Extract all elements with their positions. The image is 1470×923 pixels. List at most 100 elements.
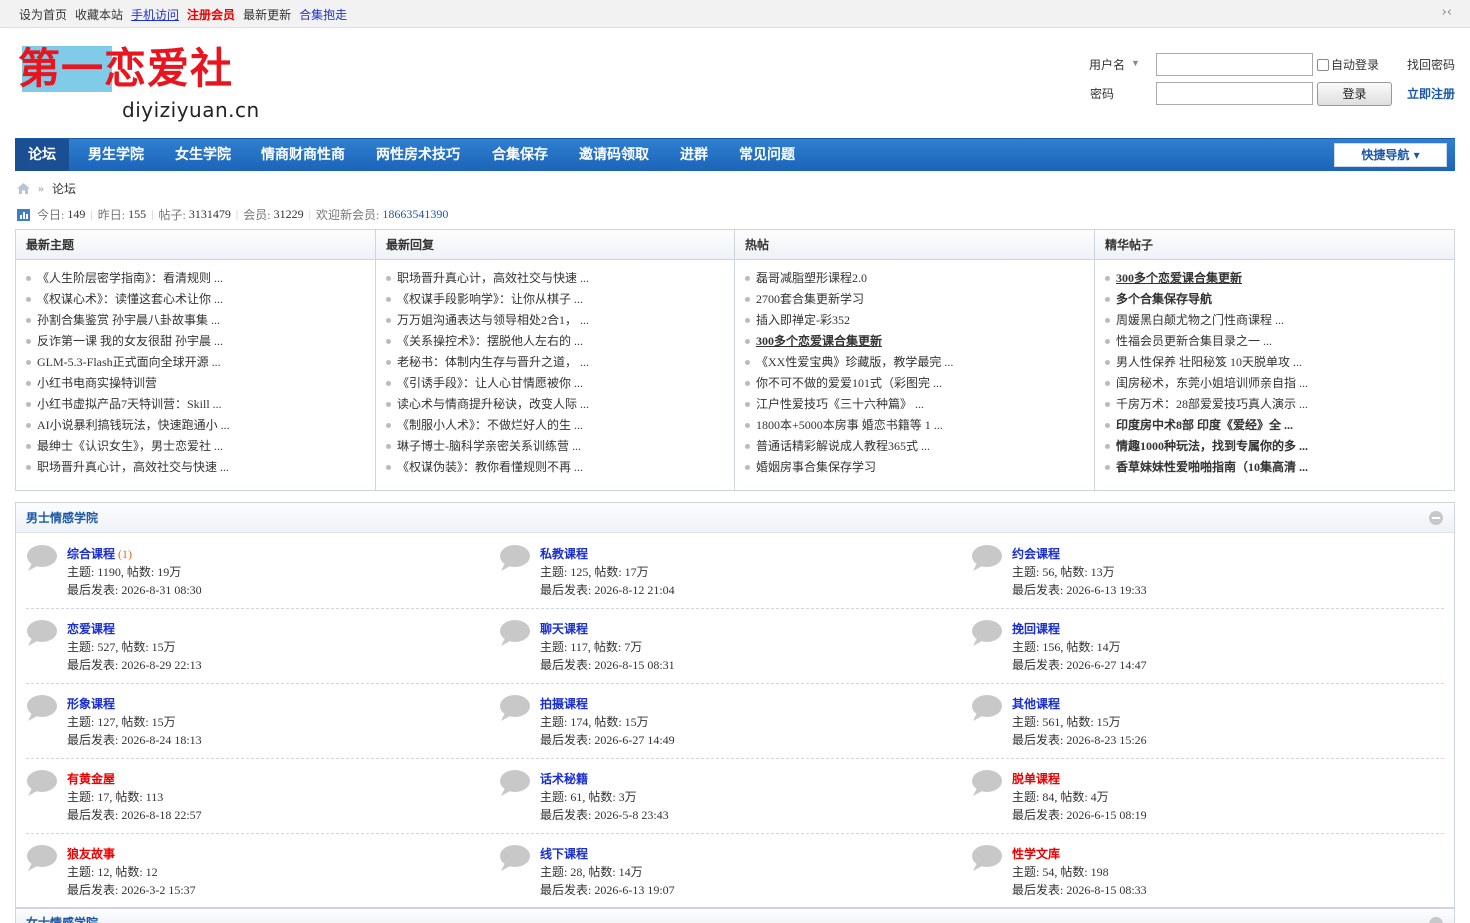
nav-item-male[interactable]: 男生学院 (88, 139, 144, 171)
register-member-link[interactable]: 注册会员 (187, 6, 235, 23)
thread-link[interactable]: 婚姻房事合集保存学习 (745, 457, 1094, 478)
thread-link[interactable]: 职场晋升真心计，高效社交与快速 ... (386, 268, 734, 289)
section-title[interactable]: 女士情感学院 (16, 909, 1454, 923)
forum-name[interactable]: 恋爱课程 (67, 622, 115, 636)
forum-last-post[interactable]: 最后发表: 2026-6-13 19:07 (540, 881, 675, 898)
chevron-down-icon[interactable]: ▼ (1131, 58, 1140, 68)
forum-last-post[interactable]: 最后发表: 2026-6-27 14:49 (540, 731, 675, 748)
forum-name[interactable]: 约会课程 (1012, 547, 1060, 561)
thread-link[interactable]: 周媛黑白颠尤物之门性商课程 ... (1105, 310, 1454, 331)
nav-item-invite[interactable]: 邀请码领取 (579, 139, 649, 171)
thread-link[interactable]: AI小说暴利搞钱玩法，快速跑通小 ... (26, 415, 375, 436)
site-logo[interactable]: 第一恋爱社 diyiziyuan.cn (18, 44, 259, 124)
forum-name[interactable]: 有黄金屋 (67, 772, 115, 786)
register-now-link[interactable]: 立即注册 (1407, 85, 1455, 102)
nav-item-collections[interactable]: 合集保存 (492, 139, 548, 171)
home-icon[interactable] (17, 183, 30, 194)
forum-name-link[interactable]: 恋爱课程 (67, 620, 115, 637)
forum-last-post[interactable]: 最后发表: 2026-6-15 08:19 (1012, 806, 1147, 823)
set-homepage-link[interactable]: 设为首页 (19, 6, 67, 23)
forum-name[interactable]: 形象课程 (67, 697, 115, 711)
thread-link[interactable]: 小红书电商实操特训营 (26, 373, 375, 394)
thread-link[interactable]: 最绅士《认识女生》，男士恋爱社 ... (26, 436, 375, 457)
nav-item-skills[interactable]: 两性房术技巧 (376, 139, 460, 171)
bookmark-link[interactable]: 收藏本站 (75, 6, 123, 23)
thread-link[interactable]: 闺房秘术，东莞小姐培训师亲自指 ... (1105, 373, 1454, 394)
collapse-section-icon[interactable] (1429, 511, 1443, 525)
thread-link[interactable]: 300多个恋爱课合集更新 (745, 331, 1094, 352)
thread-link[interactable]: 《XX性爱宝典》珍藏版，教学最完 ... (745, 352, 1094, 373)
forum-name[interactable]: 综合课程 (67, 547, 115, 561)
forum-last-post[interactable]: 最后发表: 2026-3-2 15:37 (67, 881, 196, 898)
latest-updates-link[interactable]: 最新更新 (243, 6, 291, 23)
forum-last-post[interactable]: 最后发表: 2026-6-27 14:47 (1012, 656, 1147, 673)
forum-name-link[interactable]: 脱单课程 (1012, 770, 1060, 787)
auto-login-checkbox[interactable]: 自动登录 (1317, 56, 1379, 73)
thread-link[interactable]: 插入即禅定-彩352 (745, 310, 1094, 331)
forum-name[interactable]: 脱单课程 (1012, 772, 1060, 786)
thread-link[interactable]: 《引诱手段》：让人心甘情愿被你 ... (386, 373, 734, 394)
forum-name[interactable]: 狼友故事 (67, 847, 115, 861)
thread-link[interactable]: 《权谋伪装》：教你看懂规则不再 ... (386, 457, 734, 478)
forum-last-post[interactable]: 最后发表: 2026-8-23 15:26 (1012, 731, 1147, 748)
thread-link[interactable]: 老秘书：体制内生存与晋升之道， ... (386, 352, 734, 373)
thread-link[interactable]: 《人生阶层密学指南》：看清规则 ... (26, 268, 375, 289)
thread-link[interactable]: 万万姐沟通表达与领导相处2合1， ... (386, 310, 734, 331)
forum-name-link[interactable]: 其他课程 (1012, 695, 1060, 712)
thread-link[interactable]: 反诈第一课 我的女友很甜 孙宇晨 ... (26, 331, 375, 352)
thread-link[interactable]: 情趣1000种玩法，找到专属你的多 ... (1105, 436, 1454, 457)
thread-link[interactable]: 职场晋升真心计，高效社交与快速 ... (26, 457, 375, 478)
forum-name-link[interactable]: 拍摄课程 (540, 695, 588, 712)
forum-last-post[interactable]: 最后发表: 2026-8-24 18:13 (67, 731, 202, 748)
forum-name-link[interactable]: 狼友故事 (67, 845, 115, 862)
thread-link[interactable]: 《权谋心术》：读懂这套心术让你 ... (26, 289, 375, 310)
thread-link[interactable]: 香草妹妹性爱啪啪指南（10集高清 ... (1105, 457, 1454, 478)
forum-last-post[interactable]: 最后发表: 2026-8-12 21:04 (540, 581, 675, 598)
thread-link[interactable]: 《关系操控术》：摆脱他人左右的 ... (386, 331, 734, 352)
forum-name-link[interactable]: 综合课程 (1) (67, 545, 132, 562)
forum-name-link[interactable]: 私教课程 (540, 545, 588, 562)
nav-item-faq[interactable]: 常见问题 (739, 139, 795, 171)
username-label[interactable]: 用户名 (1089, 56, 1125, 73)
thread-link[interactable]: 300多个恋爱课合集更新 (1105, 268, 1454, 289)
thread-link[interactable]: 多个合集保存导航 (1105, 289, 1454, 310)
forum-last-post[interactable]: 最后发表: 2026-8-15 08:33 (1012, 881, 1147, 898)
forum-last-post[interactable]: 最后发表: 2026-8-29 22:13 (67, 656, 202, 673)
forum-last-post[interactable]: 最后发表: 2026-8-15 08:31 (540, 656, 675, 673)
newest-member-link[interactable]: 18663541390 (382, 207, 448, 222)
thread-link[interactable]: 《制服小人术》：不做烂好人的生 ... (386, 415, 734, 436)
password-input[interactable] (1156, 82, 1313, 105)
nav-item-eq[interactable]: 情商财商性商 (261, 139, 345, 171)
thread-link[interactable]: 普通话精彩解说成人教程365式 ... (745, 436, 1094, 457)
thread-link[interactable]: 千房万术：28部爱爱技巧真人演示 ... (1105, 394, 1454, 415)
forum-name-link[interactable]: 挽回课程 (1012, 620, 1060, 637)
nav-item-forum[interactable]: 论坛 (15, 139, 69, 171)
nav-item-female[interactable]: 女生学院 (175, 139, 231, 171)
forum-last-post[interactable]: 最后发表: 2026-5-8 23:43 (540, 806, 669, 823)
forum-name-link[interactable]: 话术秘籍 (540, 770, 588, 787)
thread-link[interactable]: 性福会员更新合集目录之一 ... (1105, 331, 1454, 352)
forum-last-post[interactable]: 最后发表: 2026-8-18 22:57 (67, 806, 202, 823)
forum-last-post[interactable]: 最后发表: 2026-8-31 08:30 (67, 581, 202, 598)
forum-name[interactable]: 挽回课程 (1012, 622, 1060, 636)
login-button[interactable]: 登录 (1317, 82, 1392, 106)
forum-name-link[interactable]: 有黄金屋 (67, 770, 115, 787)
thread-link[interactable]: 2700套合集更新学习 (745, 289, 1094, 310)
forum-name[interactable]: 性学文库 (1012, 847, 1060, 861)
forum-name[interactable]: 话术秘籍 (540, 772, 588, 786)
forgot-password-link[interactable]: 找回密码 (1407, 56, 1455, 73)
forum-name[interactable]: 其他课程 (1012, 697, 1060, 711)
forum-name-link[interactable]: 性学文库 (1012, 845, 1060, 862)
forum-name-link[interactable]: 线下课程 (540, 845, 588, 862)
forum-name-link[interactable]: 形象课程 (67, 695, 115, 712)
thread-link[interactable]: GLM-5.3-Flash正式面向全球开源 ... (26, 352, 375, 373)
thread-link[interactable]: 小红书虚拟产品7天特训营：Skill ... (26, 394, 375, 415)
thread-link[interactable]: 《权谋手段影响学》：让你从棋子 ... (386, 289, 734, 310)
thread-link[interactable]: 读心术与情商提升秘诀，改变人际 ... (386, 394, 734, 415)
forum-name[interactable]: 私教课程 (540, 547, 588, 561)
mobile-access-link[interactable]: 手机访问 (131, 6, 179, 23)
collapse-icon[interactable]: ›‹ (1442, 5, 1452, 20)
thread-link[interactable]: 印度房中术8部 印度《爱经》全 ... (1105, 415, 1454, 436)
breadcrumb-current[interactable]: 论坛 (52, 180, 76, 197)
thread-link[interactable]: 孙割合集鉴赏 孙宇晨八卦故事集 ... (26, 310, 375, 331)
